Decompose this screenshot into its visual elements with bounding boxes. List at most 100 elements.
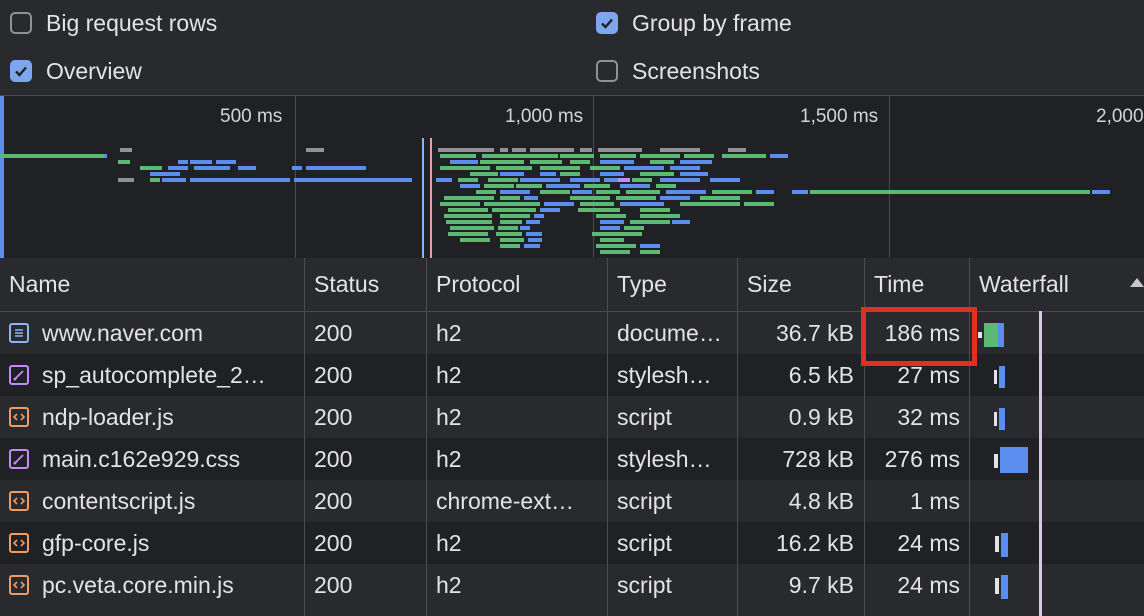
overview-request-bar xyxy=(216,160,236,164)
waterfall-bar xyxy=(978,332,982,338)
waterfall-bar xyxy=(994,454,998,468)
overview-request-bar xyxy=(580,202,614,206)
column-header-protocol[interactable]: Protocol xyxy=(427,258,607,311)
overview-request-bar xyxy=(546,184,580,188)
overview-request-bar xyxy=(600,154,636,158)
overview-request-bar xyxy=(624,166,664,170)
overview-request-bar xyxy=(600,226,620,230)
overview-request-bar xyxy=(680,160,712,164)
column-header-time[interactable]: Time xyxy=(865,258,969,311)
overview-request-bar xyxy=(600,250,630,254)
protocol-cell: h2 xyxy=(436,529,462,556)
overview-request-bar xyxy=(448,232,488,236)
overview-request-bar xyxy=(672,220,690,224)
overview-request-bar xyxy=(444,196,494,200)
column-header-status[interactable]: Status xyxy=(305,258,426,311)
overview-request-bar xyxy=(640,172,674,176)
name-cell: main.c162e929.css xyxy=(9,438,301,480)
overview-request-bar xyxy=(190,160,212,164)
overview-request-bar xyxy=(560,172,580,176)
network-overview-timeline[interactable]: 500 ms 1,000 ms 1,500 ms 2,000 xyxy=(0,95,1144,259)
overview-request-bar xyxy=(492,208,536,212)
overview-request-bar xyxy=(482,154,510,158)
size-cell: 728 kB xyxy=(782,445,854,472)
request-name[interactable]: sp_autocomplete_2… xyxy=(42,362,266,389)
protocol-cell: h2 xyxy=(436,361,462,388)
overview-range-handle[interactable] xyxy=(0,96,4,258)
tick-label-500: 500 ms xyxy=(220,106,283,127)
request-name[interactable]: main.c162e929.css xyxy=(42,446,240,473)
overview-request-bar xyxy=(530,148,574,152)
overview-checkbox[interactable] xyxy=(10,60,32,82)
column-header-waterfall[interactable]: Waterfall xyxy=(970,258,1144,311)
overview-request-bar xyxy=(448,208,488,212)
overview-option[interactable]: Overview xyxy=(10,56,142,86)
request-name[interactable]: ndp-loader.js xyxy=(42,404,174,431)
overview-request-bar xyxy=(496,166,532,170)
overview-request-bar xyxy=(238,166,256,170)
request-name[interactable]: gfp-core.js xyxy=(42,530,149,557)
size-cell: 4.8 kB xyxy=(788,487,854,514)
overview-request-bar xyxy=(500,148,508,152)
table-row[interactable]: main.c162e929.css 200 h2 stylesh… 728 kB 276 … xyxy=(0,438,1144,480)
table-row[interactable]: gfp-core.js 200 h2 script 16.2 kB 24 ms xyxy=(0,522,1144,564)
overview-request-bar xyxy=(700,196,740,200)
overview-request-bar xyxy=(118,160,130,164)
overview-request-bar xyxy=(620,202,664,206)
overview-request-bar xyxy=(540,166,580,170)
column-divider[interactable] xyxy=(304,258,305,616)
waterfall-bar xyxy=(999,408,1005,430)
overview-request-bar xyxy=(578,208,620,212)
protocol-cell: h2 xyxy=(436,319,462,346)
overview-request-bar xyxy=(650,160,674,164)
overview-request-bar xyxy=(540,190,570,194)
request-name[interactable]: pc.veta.core.min.js xyxy=(42,572,234,599)
overview-request-bar xyxy=(598,148,642,152)
protocol-cell: h2 xyxy=(436,445,462,472)
overview-request-bar xyxy=(684,154,714,158)
group-by-frame-checkbox[interactable] xyxy=(596,12,618,34)
screenshots-checkbox[interactable] xyxy=(596,60,618,82)
overview-request-bar xyxy=(526,232,542,236)
overview-request-bar xyxy=(590,166,620,170)
overview-request-bar xyxy=(626,190,660,194)
waterfall-bar xyxy=(995,578,999,594)
overview-request-bar xyxy=(534,214,544,218)
overview-request-bar xyxy=(120,148,132,152)
overview-request-bar xyxy=(616,196,656,200)
overview-request-bar xyxy=(450,226,494,230)
waterfall-bar xyxy=(995,536,999,552)
overview-request-bar xyxy=(570,178,600,182)
big-request-rows-checkbox[interactable] xyxy=(10,12,32,34)
table-row[interactable]: pc.veta.core.min.js 200 h2 script 9.7 kB 24 m… xyxy=(0,564,1144,606)
screenshots-option[interactable]: Screenshots xyxy=(596,56,760,86)
network-settings-panel: Big request rows Group by frame Overview… xyxy=(0,0,1144,96)
protocol-cell: h2 xyxy=(436,403,462,430)
script-icon xyxy=(9,491,29,511)
column-header-type[interactable]: Type xyxy=(608,258,738,311)
request-name[interactable]: contentscript.js xyxy=(42,488,195,515)
overview-request-bar xyxy=(306,166,366,170)
request-name[interactable]: www.naver.com xyxy=(42,320,203,347)
group-by-frame-option[interactable]: Group by frame xyxy=(596,8,792,38)
tick-label-2000: 2,000 xyxy=(1096,106,1144,127)
table-row[interactable]: ndp-loader.js 200 h2 script 0.9 kB 32 ms xyxy=(0,396,1144,438)
column-divider[interactable] xyxy=(426,258,427,616)
overview-request-bar xyxy=(810,190,1090,194)
table-row[interactable]: contentscript.js 200 chrome-ext… script 4.8 … xyxy=(0,480,1144,522)
type-cell: docume… xyxy=(617,319,722,346)
overview-request-bar xyxy=(496,232,522,236)
overview-request-bar xyxy=(190,178,290,182)
column-header-size[interactable]: Size xyxy=(738,258,864,311)
overview-request-bar xyxy=(592,232,642,236)
big-request-rows-option[interactable]: Big request rows xyxy=(10,8,217,38)
waterfall-bar xyxy=(1001,533,1008,557)
column-divider[interactable] xyxy=(607,258,608,616)
overview-request-bar xyxy=(600,172,624,176)
overview-request-bar xyxy=(450,160,478,164)
table-row[interactable] xyxy=(0,606,1144,616)
overview-request-bar xyxy=(446,220,492,224)
column-header-name[interactable]: Name xyxy=(0,258,304,311)
overview-request-bar xyxy=(516,184,542,188)
column-divider[interactable] xyxy=(737,258,738,616)
